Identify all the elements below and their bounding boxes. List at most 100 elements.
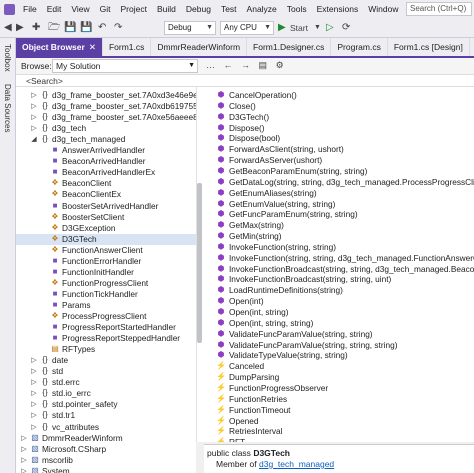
chevron-right-icon[interactable]: ▷ [30,422,38,433]
menu-item-project[interactable]: Project [116,4,152,14]
member-item[interactable]: ⬢ LoadRuntimeDefinitions(string) [204,285,474,296]
menu-item-view[interactable]: View [66,4,94,14]
tree-item[interactable]: ▷ {} d3g_frame_booster_set.7A0xdb619755 [16,101,196,112]
toolbox-tab[interactable]: Toolbox [3,44,12,72]
tab-form1-cs-design[interactable]: Form1.cs [Design] [388,38,470,56]
tree-item[interactable]: ❖ FunctionProgressClient [16,278,196,289]
member-item[interactable]: ⬢ D3GTech() [204,112,474,123]
tree-item[interactable]: ▷ {} std.io_errc [16,388,196,399]
forward-icon[interactable]: ▶ [16,22,24,34]
tree-scrollbar-thumb[interactable] [197,183,202,343]
tree-item[interactable]: ▷ {} d3g_frame_booster_set.7A0xd3e46e9e [16,90,196,101]
add-reference-icon[interactable]: ▤ [259,60,271,70]
chevron-right-icon[interactable]: ▷ [20,433,28,444]
member-item[interactable]: ⬢ Close() [204,101,474,112]
tree-item[interactable]: ■ AnswerArrivedHandler [16,145,196,156]
member-item[interactable]: ⚡RFT [204,437,474,442]
object-search-input[interactable]: <Search> [26,75,63,87]
tree-item[interactable]: ▷ ▧ mscorlib [16,455,196,466]
undo-icon[interactable]: ↶ [98,22,106,34]
tree-item[interactable]: ▷ ▧ Microsoft.CSharp [16,444,196,455]
chevron-right-icon[interactable]: ▷ [30,101,38,112]
member-item[interactable]: ⬢ ForwardAsClient(string, ushort) [204,144,474,155]
tree-item[interactable]: ▷ {} vc_attributes [16,422,196,433]
tree-item[interactable]: ■ Params [16,300,196,311]
data-sources-tab[interactable]: Data Sources [3,84,12,132]
tree-item[interactable]: ■ FunctionErrorHandler [16,256,196,267]
tree-item[interactable]: ❖ D3GException [16,223,196,234]
member-item[interactable]: ⬢ Open(int) [204,296,474,307]
tree-item[interactable]: ■ BeaconArrivedHandler [16,156,196,167]
tree-item[interactable]: ❖ BeaconClientEx [16,189,196,200]
menu-item-debug[interactable]: Debug [181,4,216,14]
tab-program-cs[interactable]: Program.cs [331,38,388,56]
back-icon[interactable]: ← [224,60,236,70]
tree-item[interactable]: ■ FunctionInitHandler [16,267,196,278]
tree-item[interactable]: ▷ {} d3g_tech [16,123,196,134]
tree-item[interactable]: ■ FunctionTickHandler [16,289,196,300]
menu-item-git[interactable]: Git [95,4,116,14]
tree-item[interactable]: ❖ BoosterSetClient [16,212,196,223]
member-item[interactable]: ⬢ Dispose() [204,123,474,134]
tree-item[interactable]: ❖ FunctionAnswerClient [16,245,196,256]
chevron-right-icon[interactable]: ▷ [30,388,38,399]
member-item[interactable]: ⬢ ForwardAsServer(ushort) [204,155,474,166]
member-item[interactable]: ⚡ Opened [204,416,474,427]
tree-item[interactable]: ■ BoosterSetArrivedHandler [16,201,196,212]
tab-dmmrreaderwinform[interactable]: DmmrReaderWinform [151,38,248,56]
chevron-right-icon[interactable]: ▷ [20,455,28,466]
member-item[interactable]: ⬢ InvokeFunction(string, string, d3g_tech… [204,253,474,264]
member-item[interactable]: ⬢ Open(int, string) [204,307,474,318]
member-item[interactable]: ⬢ GetMax(string) [204,220,474,231]
browse-scope-select[interactable]: My Solution ▼ [52,59,198,73]
member-item[interactable]: ⚡ FunctionTimeout [204,405,474,416]
member-item[interactable]: ⬢ GetMin(string) [204,231,474,242]
tree-item[interactable]: ■ ProgressReportSteppedHandler [16,333,196,344]
tree-item[interactable]: ▷ ▧ DmmrReaderWinform [16,433,196,444]
start-icon[interactable]: ▶ [278,22,286,34]
platform-select[interactable]: Any CPU ▼ [220,21,274,35]
member-item[interactable]: ⬢ ValidateFuncParamValue(string, string, … [204,340,474,351]
tab-form1-designer-cs[interactable]: Form1.Designer.cs [247,38,332,56]
chevron-right-icon[interactable]: ▷ [20,444,28,455]
save-icon[interactable]: 💾 [64,22,76,34]
member-item[interactable]: ⚡ DumpParsing [204,372,474,383]
tree-item[interactable]: ❖ BeaconClient [16,178,196,189]
tree-item[interactable]: ■ BeaconArrivedHandlerEx [16,167,196,178]
tree-item[interactable]: ▤ RFTypes [16,344,196,355]
member-item[interactable]: ⬢ CancelOperation() [204,90,474,101]
tree-item[interactable]: ▷ {} std.pointer_safety [16,399,196,410]
menu-item-edit[interactable]: Edit [42,4,67,14]
chevron-right-icon[interactable]: ▷ [30,399,38,410]
member-item[interactable]: ⚡ RetriesInterval [204,426,474,437]
hot-reload-icon[interactable]: ⟳ [342,22,350,34]
chevron-right-icon[interactable]: ▷ [30,112,38,123]
member-item[interactable]: ⬢ ValidateFuncParamValue(string, string) [204,329,474,340]
redo-icon[interactable]: ↷ [114,22,122,34]
member-item[interactable]: ⚡ Canceled [204,361,474,372]
tree-item[interactable]: ▷ {} std [16,366,196,377]
start-button[interactable]: Start [290,22,308,34]
start-dropdown-icon[interactable]: ▼ [314,22,321,34]
tab-form1-cs[interactable]: Form1.cs [103,38,152,56]
chevron-right-icon[interactable]: ▷ [30,410,38,421]
member-item[interactable]: ⬢ InvokeFunctionBroadcast(string, string,… [204,264,474,275]
menu-item-window[interactable]: Window [363,4,403,14]
member-item[interactable]: ⬢ InvokeFunctionBroadcast(string, string,… [204,274,474,285]
menu-item-build[interactable]: Build [152,4,181,14]
member-item[interactable]: ⚡ FunctionProgressObserver [204,383,474,394]
tree-item[interactable]: ◢ {} d3g_tech_managed [16,134,196,145]
member-item[interactable]: ⬢ GetDataLog(string, string, d3g_tech_man… [204,177,474,188]
tree-item[interactable]: ■ ProgressReportStartedHandler [16,322,196,333]
chevron-right-icon[interactable]: ▷ [30,90,38,101]
member-item[interactable]: ⬢ GetBeaconParamEnum(string, string) [204,166,474,177]
tree-item[interactable]: ❖ D3GTech [16,233,196,245]
tree-item[interactable]: ❖ ProcessProgressClient [16,311,196,322]
member-item[interactable]: ⬢ Dispose(bool) [204,133,474,144]
gear-icon[interactable]: ⚙ [276,60,287,70]
tree-item[interactable]: ▷ {} date [16,355,196,366]
open-folder-icon[interactable]: 🗁 [48,22,60,34]
member-item[interactable]: ⬢ ValidateTypeValue(string, string) [204,350,474,361]
menu-item-test[interactable]: Test [216,4,242,14]
member-item[interactable]: ⬢ InvokeFunction(string, string) [204,242,474,253]
